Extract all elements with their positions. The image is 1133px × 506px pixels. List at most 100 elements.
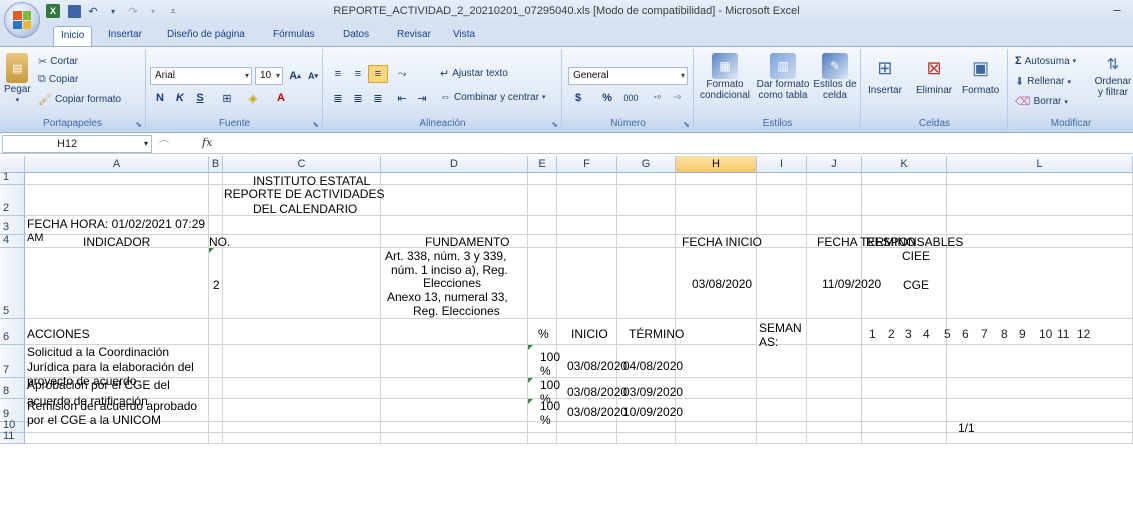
column-header-k[interactable]: K [862, 156, 947, 173]
cell-f2[interactable] [557, 185, 617, 216]
cell-b9[interactable] [209, 399, 223, 422]
cell-h6[interactable] [676, 319, 757, 345]
conditional-format-button[interactable]: ▦ Formato condicional [697, 53, 753, 101]
cell-g2[interactable] [617, 185, 676, 216]
formula-input[interactable] [222, 135, 1133, 153]
cell-f11[interactable] [557, 433, 617, 444]
cell-b6[interactable] [209, 319, 223, 345]
tab-insertar[interactable]: Insertar [101, 26, 149, 46]
fx-icon[interactable]: fx [202, 136, 212, 149]
cell-h9[interactable] [676, 399, 757, 422]
row-header-8[interactable]: 8 [0, 378, 25, 399]
cell-g8[interactable]: 03/09/2020 [617, 378, 683, 399]
cell-j11[interactable] [807, 433, 862, 444]
format-as-table-button[interactable]: ▥ Dar formato como tabla [755, 53, 811, 101]
cell-l11[interactable] [947, 433, 1133, 444]
column-header-a[interactable]: A [25, 156, 209, 173]
fill-button[interactable]: ⬇ Rellenar ▾ [1015, 75, 1071, 88]
cell-i4[interactable] [757, 235, 807, 248]
cell-a3[interactable]: FECHA HORA: 01/02/2021 07:29 AM [25, 216, 209, 244]
cell-l9[interactable] [947, 399, 1133, 422]
row-header-2[interactable]: 2 [0, 185, 25, 216]
cell-e5[interactable] [528, 248, 557, 319]
cell-i10[interactable] [757, 422, 807, 433]
cell-c9[interactable] [223, 399, 381, 422]
cell-e8[interactable]: 100% [528, 378, 560, 406]
cell-d5[interactable]: Art. 338, núm. 3 y 339, núm. 1 inciso a),… [381, 248, 528, 319]
tab-vista[interactable]: Vista [446, 26, 482, 46]
cell-i6[interactable]: SEMAN AS: [757, 319, 807, 349]
paste-button[interactable]: ▤ Pegar ▾ [4, 53, 31, 104]
cell-e1[interactable] [528, 173, 557, 185]
cell-d10[interactable] [381, 422, 528, 433]
grow-font-button[interactable]: A ▴ [285, 67, 305, 85]
cell-j4[interactable]: FECHA TERMINO [807, 235, 915, 249]
cell-k2[interactable] [862, 185, 947, 216]
align-left-icon[interactable]: ≣ [328, 89, 348, 107]
cell-f3[interactable] [557, 216, 617, 235]
cell-g6[interactable]: TÉRMINO [617, 319, 684, 345]
cell-g11[interactable] [617, 433, 676, 444]
cell-i11[interactable] [757, 433, 807, 444]
column-header-e[interactable]: E [528, 156, 557, 173]
cell-e3[interactable] [528, 216, 557, 235]
cell-j2[interactable] [807, 185, 862, 216]
cell-i2[interactable] [757, 185, 807, 216]
column-header-g[interactable]: G [617, 156, 676, 173]
format-cells-button[interactable]: ▣ Formato [962, 53, 999, 97]
cell-j7[interactable] [807, 345, 862, 378]
cell-d1[interactable] [381, 173, 528, 185]
cell-f1[interactable] [557, 173, 617, 185]
cell-e6[interactable]: % [528, 319, 557, 345]
cell-k11[interactable] [862, 433, 947, 444]
cell-k7[interactable] [862, 345, 947, 378]
cell-g5[interactable] [617, 248, 676, 319]
cell-h5[interactable]: 03/08/2020 [676, 248, 757, 319]
cell-a11[interactable] [25, 433, 209, 444]
decrease-indent-icon[interactable]: ⇤ [392, 89, 412, 107]
cell-b5[interactable]: 2 [209, 248, 223, 319]
cell-b7[interactable] [209, 345, 223, 378]
cell-g7[interactable]: 04/08/2020 [617, 345, 683, 378]
row-header-7[interactable]: 7 [0, 345, 25, 378]
cell-a9[interactable]: Remisión del acuerdo aprobado por el CGE … [25, 399, 209, 427]
tab-diseno-pagina[interactable]: Diseño de página [160, 26, 252, 46]
cell-i3[interactable] [757, 216, 807, 235]
dialog-launcher-icon[interactable]: ⬊ [135, 120, 142, 129]
cell-f4[interactable] [557, 235, 617, 248]
cell-b11[interactable] [209, 433, 223, 444]
cell-h1[interactable] [676, 173, 757, 185]
cell-k10[interactable]: 1/1 [862, 421, 975, 435]
cell-d11[interactable] [381, 433, 528, 444]
percent-button[interactable]: % [597, 89, 617, 107]
cell-a2[interactable] [25, 185, 209, 216]
cell-a4[interactable]: INDICADOR [25, 235, 209, 249]
cell-e2[interactable] [528, 185, 557, 216]
cell-l7[interactable] [947, 345, 1133, 378]
column-header-j[interactable]: J [807, 156, 862, 173]
wrap-text-button[interactable]: ↵ Ajustar texto [440, 67, 508, 80]
cell-f7[interactable]: 03/08/2020 [557, 345, 627, 378]
cell-h10[interactable] [676, 422, 757, 433]
cell-g1[interactable] [617, 173, 676, 185]
cell-c4[interactable] [223, 235, 381, 248]
cell-f6[interactable]: INICIO [557, 319, 617, 345]
align-bottom-icon[interactable]: ≡ [368, 65, 388, 83]
cell-f9[interactable]: 03/08/2020 [557, 399, 627, 422]
cell-h2[interactable] [676, 185, 757, 216]
copy-button[interactable]: ⧉ Copiar [38, 73, 78, 86]
row-header-5[interactable]: 5 [0, 248, 25, 319]
align-top-icon[interactable]: ≡ [328, 65, 348, 83]
cell-l3[interactable] [947, 216, 1133, 235]
cell-j3[interactable] [807, 216, 862, 235]
cell-h7[interactable] [676, 345, 757, 378]
cell-j5[interactable]: 11/09/2020 [807, 248, 881, 319]
cell-i1[interactable] [757, 173, 807, 185]
cell-c6[interactable] [223, 319, 381, 345]
cell-b2[interactable] [209, 185, 223, 216]
office-button[interactable] [4, 2, 40, 38]
name-box[interactable]: H12 ▾ [2, 135, 152, 153]
cell-i7[interactable] [757, 345, 807, 378]
cell-g3[interactable] [617, 216, 676, 235]
cell-a5[interactable] [25, 248, 209, 319]
